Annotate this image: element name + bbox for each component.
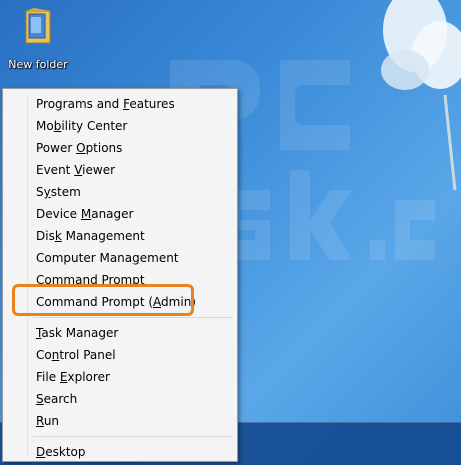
menu-item-disk-management[interactable]: Disk Management	[3, 225, 237, 247]
desktop[interactable]: New folder Programs and Features Mobilit…	[0, 0, 461, 465]
menu-item-programs-and-features[interactable]: Programs and Features	[3, 93, 237, 115]
menu-item-command-prompt[interactable]: Command Prompt	[3, 269, 237, 291]
menu-item-search[interactable]: Search	[3, 388, 237, 410]
desktop-icon-label: New folder	[8, 58, 68, 71]
winx-context-menu: Programs and Features Mobility Center Po…	[2, 88, 238, 462]
flower-image	[381, 0, 461, 190]
menu-item-computer-management[interactable]: Computer Management	[3, 247, 237, 269]
menu-item-mobility-center[interactable]: Mobility Center	[3, 115, 237, 137]
menu-item-command-prompt-admin[interactable]: Command Prompt (Admin)	[3, 291, 237, 313]
menu-separator	[33, 317, 233, 318]
menu-item-control-panel[interactable]: Control Panel	[3, 344, 237, 366]
desktop-icon-new-folder[interactable]: New folder	[6, 8, 70, 71]
menu-separator	[33, 436, 233, 437]
menu-item-event-viewer[interactable]: Event Viewer	[3, 159, 237, 181]
folder-icon	[25, 8, 51, 44]
menu-item-system[interactable]: System	[3, 181, 237, 203]
menu-item-file-explorer[interactable]: File Explorer	[3, 366, 237, 388]
menu-item-task-manager[interactable]: Task Manager	[3, 322, 237, 344]
menu-item-device-manager[interactable]: Device Manager	[3, 203, 237, 225]
menu-item-run[interactable]: Run	[3, 410, 237, 432]
menu-item-desktop[interactable]: Desktop	[3, 441, 237, 463]
menu-item-power-options[interactable]: Power Options	[3, 137, 237, 159]
